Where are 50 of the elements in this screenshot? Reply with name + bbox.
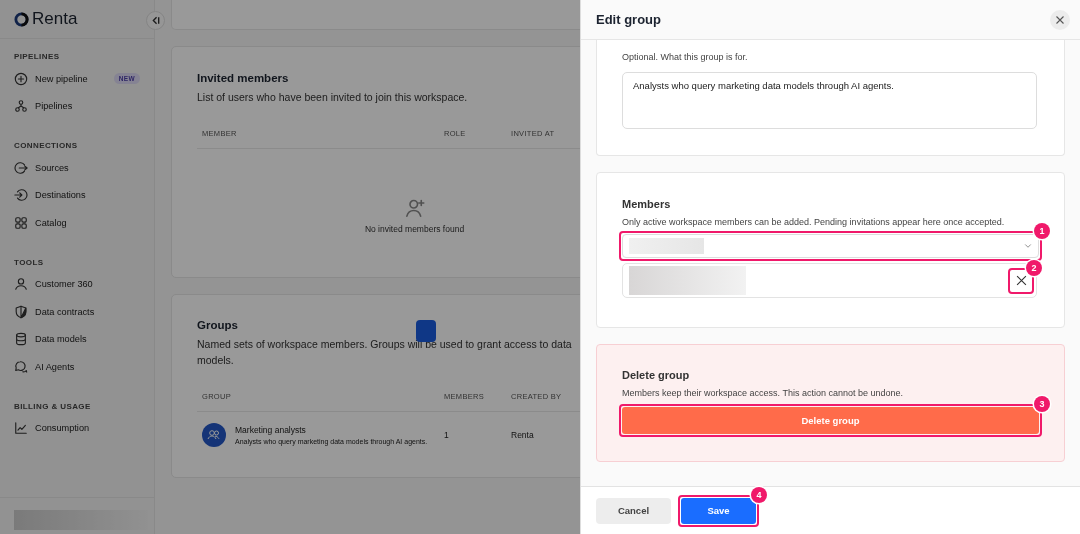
logo-text: Renta	[32, 9, 78, 29]
chat-bubbles-icon	[14, 359, 28, 374]
database-icon	[14, 332, 28, 347]
step-badge: 1	[1034, 223, 1050, 239]
add-user-icon	[404, 198, 425, 218]
user-icon	[14, 277, 28, 292]
section-heading: TOOLS	[14, 257, 45, 267]
table-cell-text: 1	[444, 430, 450, 440]
cancel-button[interactable]: Cancel	[596, 497, 671, 524]
nav-item[interactable]: Consumption	[14, 414, 140, 442]
nav-item[interactable]: Customer 360	[14, 270, 140, 298]
step-badge: 2	[1026, 259, 1042, 276]
nav-item[interactable]: Destinations	[14, 181, 140, 209]
sign-in-icon	[14, 160, 28, 175]
field-hint: Optional. What this group is for.	[622, 52, 749, 62]
shield-icon	[14, 304, 28, 319]
section-hint: Only active workspace members can be added. Pending invitations appear here once accepted.	[622, 217, 1006, 227]
line-chart-icon	[14, 421, 28, 436]
nav-item[interactable]: Catalog	[14, 209, 140, 237]
nav-item[interactable]: Data models	[14, 325, 140, 353]
description-field[interactable]: Analysts who query marketing data models through AI agents.	[622, 72, 1037, 129]
section-title: Members	[622, 198, 672, 210]
section-hint: Members keep their workspace access. This action cannot be undone.	[622, 388, 904, 398]
section-heading: BILLING & USAGE	[14, 401, 92, 411]
nav-item[interactable]: Sources	[14, 154, 140, 182]
section-title: Invited members	[197, 72, 290, 84]
nav-item[interactable]: AI Agents	[14, 353, 140, 381]
close-icon[interactable]	[1050, 9, 1070, 30]
grid-icon	[14, 215, 28, 230]
save-button[interactable]: Save	[681, 497, 756, 524]
table-cell-text: Renta	[511, 430, 535, 440]
step-badge: 4	[751, 486, 767, 503]
section-heading: PIPELINES	[14, 52, 61, 61]
section-heading: CONNECTIONS	[14, 141, 79, 150]
section-title: Delete group	[622, 369, 691, 381]
nav-item[interactable]: Pipelines	[14, 92, 140, 120]
create-group-button[interactable]	[416, 320, 436, 342]
group-name[interactable]: Marketing analysts	[235, 425, 428, 435]
nav-item[interactable]: Data contracts	[14, 298, 140, 326]
group-avatar-icon	[202, 423, 226, 447]
plus-circle-icon	[14, 71, 28, 86]
section-description: List of users who have been invited to join this workspace.	[197, 90, 469, 105]
empty-state-text: No invited members found	[364, 224, 465, 234]
step-badge: 3	[1034, 396, 1050, 412]
arrow-into-circle-icon	[14, 188, 28, 203]
dialog-title: Edit group	[596, 12, 661, 27]
section-title: Groups	[197, 319, 239, 331]
hierarchy-icon	[14, 99, 28, 114]
chevron-down-icon	[1023, 241, 1033, 251]
logo-icon	[14, 11, 29, 27]
